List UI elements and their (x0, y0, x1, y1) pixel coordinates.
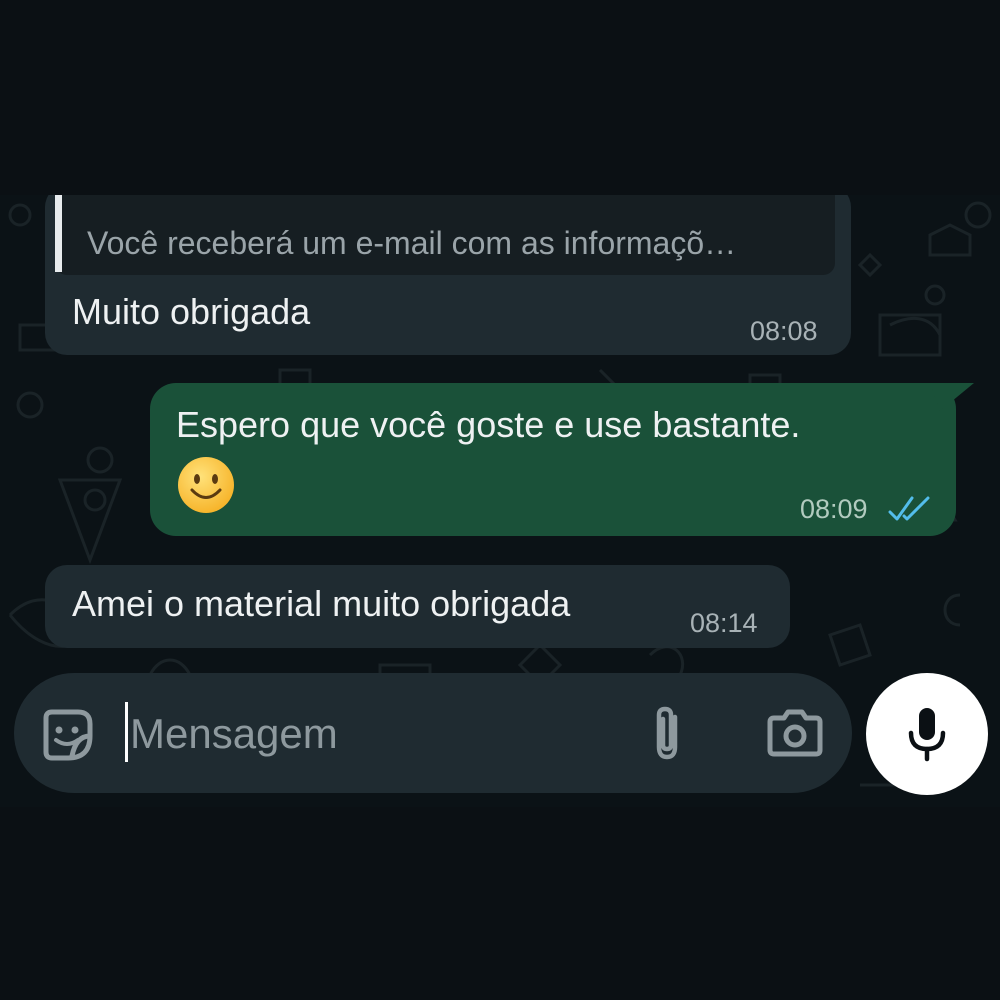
smiling-face-emoji (178, 457, 234, 513)
message-input-placeholder[interactable]: Mensagem (130, 710, 338, 758)
message-time: 08:08 (750, 316, 818, 346)
quote-bar (55, 195, 62, 272)
text-cursor (125, 702, 128, 762)
quoted-message-text: Você receberá um e-mail com as informaçõ… (87, 225, 737, 261)
read-double-check-icon (888, 496, 930, 521)
message-time: 08:09 (800, 494, 868, 524)
mic-icon (908, 708, 946, 762)
message-text: Espero que você goste e use bastante. (176, 404, 801, 445)
message-text: Muito obrigada (72, 291, 311, 332)
sticker-icon[interactable] (38, 706, 96, 764)
message-text: Amei o material muito obrigada (72, 583, 571, 624)
attach-icon[interactable] (645, 703, 689, 763)
camera-icon[interactable] (766, 708, 824, 758)
screen: Você receberá um e-mail com as informaçõ… (0, 0, 1000, 1000)
bubble-tail (930, 383, 974, 411)
message-time: 08:14 (690, 608, 758, 638)
